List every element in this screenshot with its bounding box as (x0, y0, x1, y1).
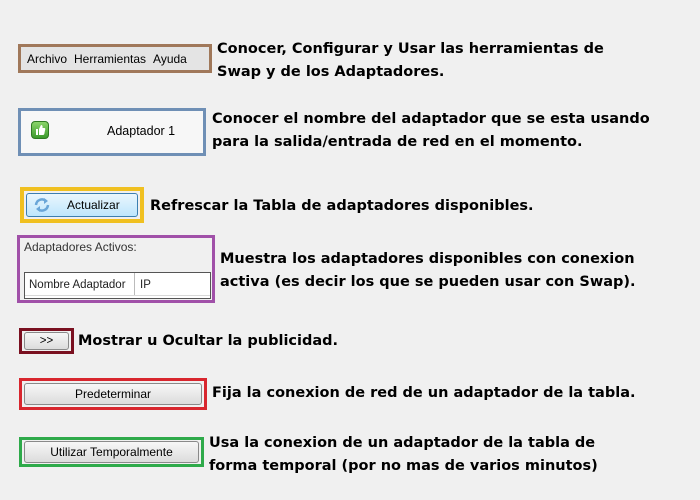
menu-description: Conocer, Configurar y Usar las herramien… (217, 41, 604, 80)
refresh-label: Actualizar (67, 198, 120, 212)
menu-bar-callout: Archivo Herramientas Ayuda (18, 44, 212, 73)
adapter-name: Adaptador 1 (107, 124, 176, 138)
menu-item-herramientas[interactable]: Herramientas (74, 52, 146, 66)
adapters-table[interactable]: Nombre Adaptador IP (24, 272, 211, 299)
column-header-nombre[interactable]: Nombre Adaptador (25, 273, 135, 295)
adapter-icon (31, 121, 49, 139)
column-header-ip[interactable]: IP (135, 273, 210, 295)
refresh-button[interactable]: Actualizar (26, 193, 138, 217)
menu-item-ayuda[interactable]: Ayuda (153, 52, 187, 66)
default-button[interactable]: Predeterminar (24, 383, 202, 405)
temp-description: Usa la conexion de un adaptador de la ta… (209, 435, 598, 474)
refresh-description: Refrescar la Tabla de adaptadores dispon… (150, 198, 534, 214)
adapters-table-header: Nombre Adaptador IP (25, 273, 210, 296)
ads-toggle-button[interactable]: >> (24, 332, 69, 350)
temp-button[interactable]: Utilizar Temporalmente (24, 441, 199, 463)
menu-item-archivo[interactable]: Archivo (27, 52, 67, 66)
adapter-panel: Adaptador 1 (18, 108, 206, 156)
active-adapters-description: Muestra los adaptadores disponibles con … (220, 251, 636, 290)
refresh-icon (33, 197, 51, 213)
default-description: Fija la conexion de red de un adaptador … (212, 385, 636, 401)
adapter-description: Conocer el nombre del adaptador que se e… (212, 111, 650, 150)
active-adapters-title: Adaptadores Activos: (24, 240, 137, 254)
ads-toggle-description: Mostrar u Ocultar la publicidad. (78, 333, 339, 349)
